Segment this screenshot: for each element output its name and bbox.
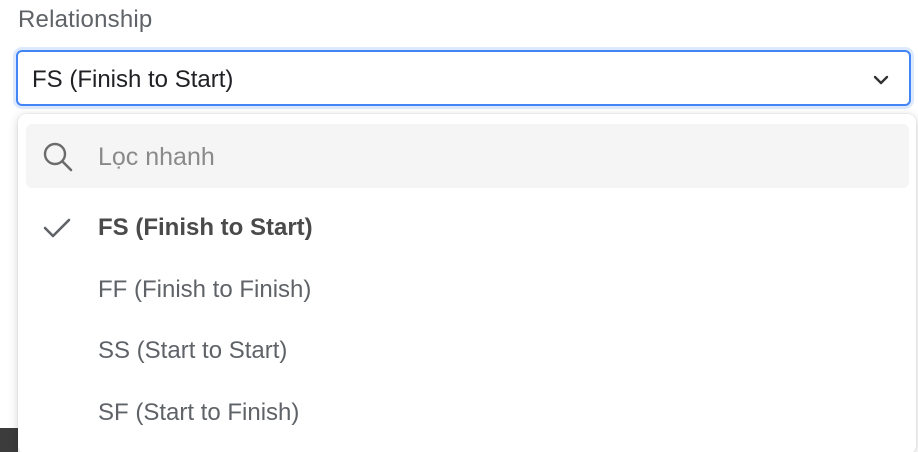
option-ss[interactable]: SS (Start to Start) xyxy=(18,323,916,381)
relationship-label: Relationship xyxy=(18,6,153,33)
relationship-select[interactable]: FS (Finish to Start) xyxy=(16,50,911,106)
selected-value: FS (Finish to Start) xyxy=(32,66,234,93)
option-label: FS (Finish to Start) xyxy=(98,214,313,241)
option-label: SS (Start to Start) xyxy=(98,337,288,364)
option-label: SF (Start to Finish) xyxy=(98,399,300,426)
quick-filter-input[interactable] xyxy=(96,134,880,180)
option-label: FF (Finish to Finish) xyxy=(98,276,312,303)
check-icon xyxy=(43,218,71,238)
quick-filter-box xyxy=(26,124,909,188)
search-icon xyxy=(43,142,73,172)
option-ff[interactable]: FF (Finish to Finish) xyxy=(18,262,916,320)
option-fs[interactable]: FS (Finish to Start) xyxy=(18,200,916,258)
relationship-dropdown-menu: FS (Finish to Start) FF (Finish to Finis… xyxy=(18,114,916,452)
chevron-down-icon[interactable] xyxy=(871,70,891,90)
background-panel-edge xyxy=(0,428,18,452)
option-sf[interactable]: SF (Start to Finish) xyxy=(18,385,916,443)
relationship-select-page: Relationship FS (Finish to Start) FS (Fi… xyxy=(0,0,918,452)
